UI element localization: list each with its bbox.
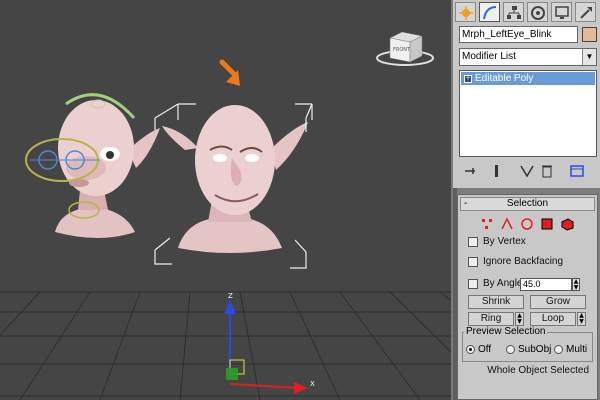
by-angle-checkbox[interactable] bbox=[468, 279, 478, 289]
command-panel-tabs bbox=[453, 0, 600, 24]
object-color-swatch[interactable] bbox=[582, 27, 597, 42]
ignore-backfacing-label: Ignore Backfacing bbox=[483, 256, 564, 267]
modifier-list-dropdown[interactable]: Modifier List ▼ bbox=[459, 48, 597, 66]
element-icon bbox=[561, 218, 574, 231]
collapse-icon: - bbox=[464, 198, 468, 209]
vertex-icon bbox=[482, 219, 492, 229]
preview-selection-label: Preview Selection bbox=[464, 326, 548, 337]
pin-stack-button[interactable] bbox=[463, 163, 479, 179]
subobject-level-icons bbox=[478, 217, 578, 233]
hierarchy-icon bbox=[507, 6, 521, 19]
grow-button[interactable]: Grow bbox=[530, 295, 586, 309]
shrink-button[interactable]: Shrink bbox=[468, 295, 524, 309]
preview-off-radio[interactable] bbox=[466, 345, 475, 354]
object-name-field[interactable]: Mrph_LeftEye_Blink bbox=[459, 26, 578, 43]
selected-elf-head[interactable] bbox=[154, 103, 313, 269]
display-tab[interactable] bbox=[551, 2, 572, 22]
loop-button[interactable]: Loop bbox=[530, 312, 576, 326]
vertex-mode-button[interactable] bbox=[480, 217, 494, 231]
stack-toolbar bbox=[459, 161, 597, 181]
preview-off-label: Off bbox=[478, 344, 492, 355]
selection-rollout-title: Selection bbox=[506, 198, 549, 209]
stack-item-editable-poly[interactable]: + Editable Poly bbox=[461, 72, 595, 85]
preview-subobj-radio[interactable] bbox=[506, 345, 515, 354]
z-axis-label: Z bbox=[228, 292, 233, 300]
highlight-arrow-icon bbox=[219, 59, 240, 86]
chevron-down-icon[interactable]: ▼ bbox=[582, 49, 596, 65]
border-mode-button[interactable] bbox=[520, 217, 534, 231]
viewcube[interactable]: FRONT bbox=[376, 31, 434, 66]
modifier-stack[interactable]: + Editable Poly bbox=[459, 70, 597, 157]
by-angle-label: By Angle: bbox=[483, 278, 526, 289]
edge-icon bbox=[501, 217, 513, 230]
make-unique-icon bbox=[520, 165, 534, 178]
modifier-list-label: Modifier List bbox=[462, 51, 516, 62]
preview-subobj-label: SubObj bbox=[518, 344, 552, 355]
rollout-area: - Selection By Vertex Ignore Backfacing … bbox=[453, 188, 600, 400]
max-window: FRONT Z X Mrph_LeftEye_Blink Modifier Li… bbox=[0, 0, 600, 400]
perspective-viewport[interactable]: FRONT Z X bbox=[0, 0, 451, 400]
ring-button[interactable]: Ring bbox=[468, 312, 514, 326]
polygon-mode-button[interactable] bbox=[540, 217, 554, 231]
pin-icon bbox=[465, 168, 475, 174]
expand-icon[interactable]: + bbox=[464, 75, 472, 83]
by-angle-spinner[interactable]: ▲ ▼ bbox=[572, 278, 580, 291]
selection-status-text: Whole Object Selected bbox=[487, 365, 589, 376]
selection-rollout-header[interactable]: - Selection bbox=[460, 197, 595, 211]
viewcube-face-label: FRONT bbox=[393, 47, 411, 53]
remove-modifier-button[interactable] bbox=[539, 163, 555, 179]
motion-icon bbox=[531, 6, 545, 20]
selection-rollout: - Selection By Vertex Ignore Backfacing … bbox=[457, 194, 598, 400]
utilities-icon bbox=[580, 7, 592, 19]
configure-icon bbox=[570, 165, 584, 177]
by-vertex-checkbox[interactable] bbox=[468, 237, 478, 247]
by-vertex-label: By Vertex bbox=[483, 236, 526, 247]
viewport-canvas: FRONT Z X bbox=[0, 31, 451, 400]
modify-icon bbox=[483, 6, 497, 20]
by-angle-input[interactable]: 45.0 bbox=[520, 278, 572, 291]
make-unique-button[interactable] bbox=[519, 163, 535, 179]
x-axis-label: X bbox=[310, 380, 315, 388]
ignore-backfacing-checkbox[interactable] bbox=[468, 257, 478, 267]
display-icon bbox=[555, 6, 569, 19]
move-gizmo[interactable]: Z X bbox=[224, 292, 315, 394]
configure-modifier-sets-button[interactable] bbox=[569, 163, 585, 179]
trash-icon bbox=[542, 165, 552, 178]
edge-mode-button[interactable] bbox=[500, 217, 514, 231]
show-end-result-button[interactable] bbox=[489, 163, 505, 179]
modify-tab[interactable] bbox=[479, 2, 500, 22]
rigged-elf-head[interactable] bbox=[25, 93, 160, 238]
command-panel: Mrph_LeftEye_Blink Modifier List ▼ + Edi… bbox=[451, 0, 600, 400]
viewport-grid bbox=[0, 291, 451, 400]
element-mode-button[interactable] bbox=[560, 217, 574, 231]
show-end-result-icon bbox=[495, 165, 498, 177]
create-icon bbox=[459, 6, 473, 20]
loop-spinner[interactable]: ▲ ▼ bbox=[577, 312, 586, 326]
stack-item-label: Editable Poly bbox=[475, 73, 534, 84]
create-tab[interactable] bbox=[455, 2, 476, 22]
polygon-icon bbox=[541, 218, 553, 230]
preview-multi-label: Multi bbox=[566, 344, 588, 355]
preview-multi-radio[interactable] bbox=[554, 345, 563, 354]
border-icon bbox=[521, 218, 533, 230]
utilities-tab[interactable] bbox=[575, 2, 596, 22]
motion-tab[interactable] bbox=[527, 2, 548, 22]
hierarchy-tab[interactable] bbox=[503, 2, 524, 22]
ring-spinner[interactable]: ▲ ▼ bbox=[515, 312, 524, 326]
